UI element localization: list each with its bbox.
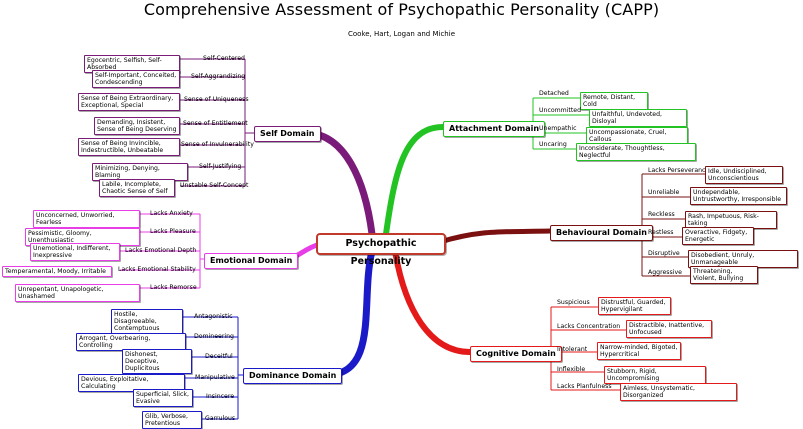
behavioural-item-desc: Undependable, Untrustworthy, Irresponsib… — [690, 187, 787, 205]
dominance-item-desc: Superficial, Slick, Evasive — [133, 389, 193, 407]
emotional-item-desc: Unemotional, Indifferent, Inexpressive — [30, 243, 120, 261]
self-item-label: Sense of Entitlement — [183, 120, 248, 127]
self-item-label: Sense of Invulnerability — [181, 141, 254, 148]
attachment-item-desc: Unfaithful, Undevoted, Disloyal — [589, 109, 687, 127]
attachment-item-label: Uncaring — [539, 141, 567, 148]
behavioural-item-label: Reckless — [648, 211, 675, 218]
cognitive-item-desc: Aimless, Unsystematic, Disorganized — [620, 383, 737, 401]
dominance-item-label: Antagonistic — [194, 313, 233, 320]
emotional-item-label: Lacks Pleasure — [150, 228, 196, 235]
behavioural-item-desc: Threatening, Violent, Bullying — [690, 266, 758, 284]
self-item-desc: Sense of Being Invincible, Indestructibl… — [78, 138, 180, 156]
cognitive-item-desc: Narrow-minded, Bigoted, Hypercritical — [597, 342, 681, 360]
emotional-item-label: Lacks Emotional Stability — [118, 266, 196, 273]
emotional-item-label: Lacks Emotional Depth — [125, 247, 197, 254]
cognitive-domain-node: Cognitive Domain — [470, 346, 562, 362]
attachment-domain-node: Attachment Domain — [443, 121, 546, 137]
emotional-item-label: Lacks Remorse — [150, 284, 197, 291]
attachment-item-desc: Remote, Distant, Cold — [580, 92, 648, 110]
self-item-label: Self-Centered — [203, 55, 245, 62]
dominance-item-label: Domineering — [194, 333, 234, 340]
dominance-item-desc: Glib, Verbose, Pretentious — [142, 411, 202, 429]
behavioural-item-label: Lacks Perseverance — [648, 167, 710, 174]
dominance-item-label: Deceitful — [205, 353, 233, 360]
self-item-desc: Labile, Incomplete, Chaotic Sense of Sel… — [99, 179, 175, 197]
self-item-label: Unstable Self-Concept — [180, 182, 249, 189]
emotional-item-desc: Temperamental, Moody, Irritable — [2, 266, 112, 277]
emotional-item-desc: Unrepentant, Unapologetic, Unashamed — [15, 284, 140, 302]
behavioural-item-desc: Overactive, Fidgety, Energetic — [682, 227, 754, 245]
central-topic: Psychopathic Personality — [316, 233, 446, 267]
cognitive-item-desc: Distractible, Inattentive, Unfocused — [626, 320, 712, 338]
cognitive-item-label: Lacks Planfulness — [557, 383, 612, 390]
self-item-desc: Demanding, Insistent, Sense of Being Des… — [94, 117, 180, 135]
cognitive-item-desc: Stubborn, Rigid, Uncompromising — [604, 366, 706, 384]
attachment-item-label: Detached — [539, 90, 569, 97]
self-item-label: Self-Aggrandizing — [191, 73, 246, 80]
cognitive-item-label: Intolerant — [557, 346, 588, 353]
attachment-branch — [383, 124, 446, 237]
dominance-domain-node: Dominance Domain — [243, 368, 343, 384]
attachment-item-label: Unempathic — [539, 125, 577, 132]
self-branch — [304, 129, 376, 238]
behavioural-item-desc: Idle, Undisciplined, Unconscientious — [705, 166, 783, 184]
dominance-item-desc: Hostile, Disagreeable, Contemptuous — [111, 309, 183, 334]
emotional-domain-node: Emotional Domain — [204, 253, 299, 269]
behavioural-item-label: Unreliable — [648, 189, 680, 196]
behavioural-item-label: Aggressive — [648, 269, 682, 276]
emotional-item-label: Lacks Anxiety — [150, 210, 193, 217]
attachment-item-label: Uncommitted — [539, 107, 581, 114]
attachment-item-desc: Inconsiderate, Thoughtless, Neglectful — [576, 143, 696, 161]
cognitive-item-label: Inflexible — [557, 366, 586, 373]
behavioural-domain-node: Behavioural Domain — [550, 225, 653, 241]
dominance-item-label: Manipulative — [195, 374, 235, 381]
cognitive-item-desc: Distrustful, Guarded, Hypervigilant — [598, 297, 671, 315]
cognitive-item-label: Lacks Concentration — [557, 323, 621, 330]
behavioural-item-label: Disruptive — [648, 250, 680, 257]
self-item-label: Self-Justifying — [199, 163, 242, 170]
dominance-item-label: Insincere — [206, 393, 235, 400]
behavioural-item-label: Restless — [648, 229, 674, 236]
cognitive-item-label: Suspicious — [557, 299, 590, 306]
self-item-desc: Self-Important, Conceited, Condescending — [92, 70, 180, 88]
self-item-label: Sense of Uniqueness — [184, 96, 249, 103]
dominance-item-desc: Dishonest, Deceptive, Duplicitous — [122, 349, 192, 374]
behavioural-branch — [437, 228, 553, 245]
emotional-item-desc: Unconcerned, Unworried, Fearless — [33, 210, 140, 228]
self-domain-node: Self Domain — [254, 126, 321, 142]
dominance-item-label: Garrulous — [205, 415, 236, 422]
self-item-desc: Sense of Being Extraordinary, Exceptiona… — [78, 93, 180, 111]
